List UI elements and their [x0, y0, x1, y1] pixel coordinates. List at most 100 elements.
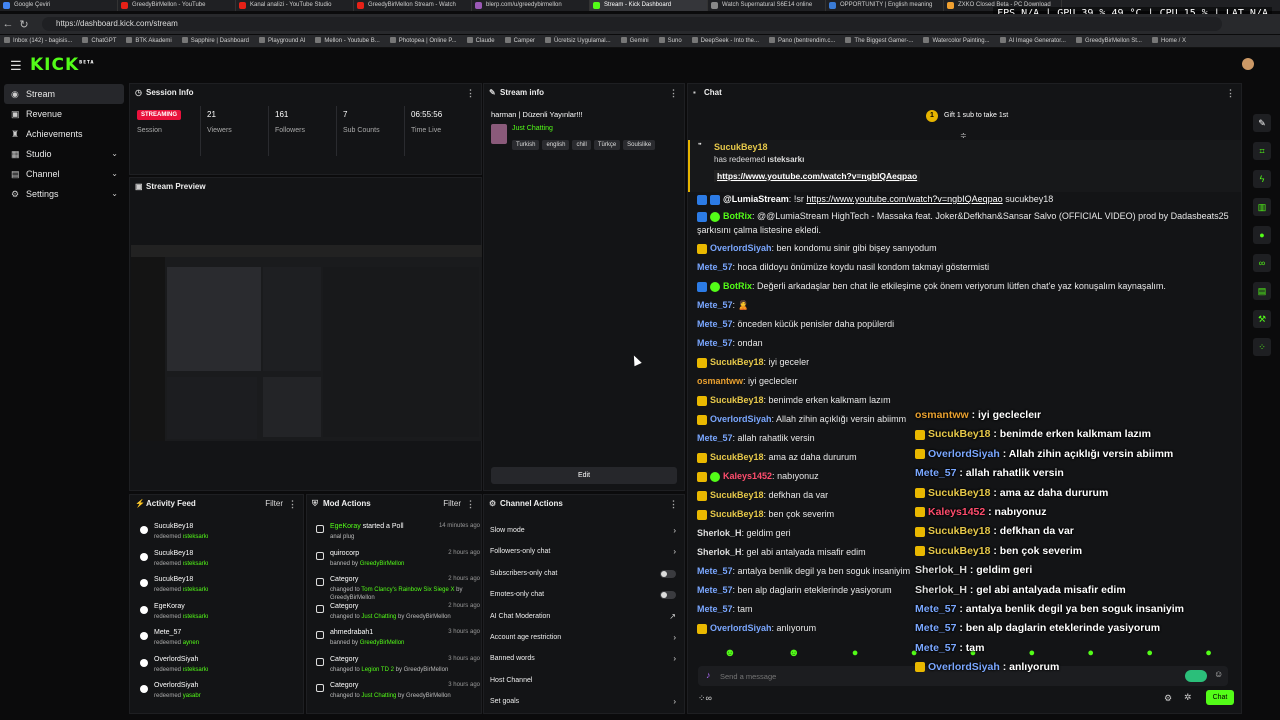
chat-username[interactable]: Sherlok_H — [697, 547, 742, 557]
browser-tab[interactable]: blerp.com/u/greedybirmellon — [472, 0, 590, 11]
gift-banner[interactable]: Gift 1 sub to take 1st — [944, 112, 1008, 119]
channel-action-set-goals[interactable]: Set goals › — [490, 692, 680, 712]
mod-action-item[interactable]: Category changed to Just Chatting by Gree… — [314, 601, 481, 627]
channel-action-account-age-restriction[interactable]: Account age restriction › — [490, 628, 680, 648]
stream-preview-video[interactable] — [131, 245, 482, 441]
chat-username[interactable]: BotRix — [723, 281, 752, 291]
chat-link[interactable]: https://www.youtube.com/watch?v=ngbIQAeq… — [806, 194, 1002, 204]
more-options-icon[interactable]: ⋮ — [288, 495, 297, 513]
menu-icon[interactable]: ☰ — [10, 58, 22, 74]
stream-category[interactable]: Just Chatting — [512, 125, 553, 132]
pencil-icon[interactable]: ✎ — [1253, 114, 1271, 132]
channel-action-banned-words[interactable]: Banned words › — [490, 649, 680, 669]
chat-username[interactable]: Mete_57 — [697, 319, 733, 329]
chat-username[interactable]: Mete_57 — [697, 604, 733, 614]
chat-username[interactable]: Mete_57 — [697, 585, 733, 595]
emote-icon[interactable]: ● — [852, 647, 859, 661]
toggle-switch[interactable] — [660, 569, 676, 578]
bookmark-item[interactable]: GreedyBirMellon St... — [1076, 35, 1142, 47]
lightning-icon[interactable]: ϟ — [1253, 170, 1271, 188]
collapse-icon[interactable]: ≑ — [960, 131, 967, 140]
chat-username[interactable]: BotRix — [723, 211, 752, 221]
mod-action-target[interactable]: Tom Clancy's Rainbow Six Siege X — [361, 587, 454, 593]
channel-action-emotes-only-chat[interactable]: Emotes-only chat — [490, 585, 680, 605]
more-options-icon[interactable]: ⋮ — [669, 84, 678, 102]
mod-action-item[interactable]: Category changed to Legion TD 2 by Greedy… — [314, 654, 481, 680]
chat-username[interactable]: SucukBey18 — [710, 395, 764, 405]
avatar[interactable] — [1242, 58, 1254, 70]
bookmark-item[interactable]: Camper — [505, 35, 535, 47]
clipboard-icon[interactable]: ▥ — [1253, 198, 1271, 216]
chat-username[interactable]: Kaleys1452 — [723, 471, 772, 481]
bookmark-item[interactable]: Claude — [467, 35, 495, 47]
channel-action-host-channel[interactable]: Host Channel — [490, 671, 680, 691]
chat-username[interactable]: Mete_57 — [697, 433, 733, 443]
chat-username[interactable]: OverlordSiyah — [710, 623, 772, 633]
mod-action-target[interactable]: Just Chatting — [361, 614, 396, 620]
filter-button[interactable]: Filter — [265, 495, 283, 513]
browser-tab[interactable]: Kanal analizi - YouTube Studio — [236, 0, 354, 11]
mod-action-target[interactable]: Just Chatting — [361, 693, 396, 699]
sidebar-item-achievements[interactable]: ♜ Achievements — [4, 124, 124, 144]
chat-username[interactable]: OverlordSiyah — [710, 243, 772, 253]
more-options-icon[interactable]: ⋮ — [1226, 84, 1235, 102]
chat-username[interactable]: Mete_57 — [697, 566, 733, 576]
chat-username[interactable]: SucukBey18 — [710, 452, 764, 462]
chat-username[interactable]: Mete_57 — [697, 300, 733, 310]
channel-action-followers-only-chat[interactable]: Followers-only chat › — [490, 542, 680, 562]
edit-button[interactable]: Edit — [491, 467, 677, 484]
stream-tag[interactable]: Türkçe — [593, 140, 621, 150]
bookmark-item[interactable]: Playground AI — [259, 35, 305, 47]
bookmark-item[interactable]: DeepSeek - Into the... — [692, 35, 759, 47]
chat-username[interactable]: SucukBey18 — [710, 357, 764, 367]
browser-tab[interactable]: Google Çeviri — [0, 0, 118, 11]
bookmark-item[interactable]: Sapphire | Dashboard — [182, 35, 249, 47]
bookmark-item[interactable]: Ücretsiz Uygulamal... — [545, 35, 611, 47]
bookmark-item[interactable]: The Biggest Gamer-... — [845, 35, 913, 47]
sidebar-item-studio[interactable]: ▦ Studio ⌄ — [4, 144, 124, 164]
emote-icon[interactable]: ☻ — [724, 647, 736, 661]
refresh-icon[interactable]: ↻ — [16, 18, 32, 31]
mod-action-user[interactable]: EgeKoray — [330, 523, 361, 530]
bookmark-item[interactable]: Watercolor Painting... — [923, 35, 989, 47]
stream-tag[interactable]: chill — [572, 140, 591, 150]
filter-button[interactable]: Filter — [443, 495, 461, 513]
bookmark-item[interactable]: Inbox (142) - bagisis... — [4, 35, 72, 47]
settings-wheel-icon[interactable]: ✲ — [1184, 692, 1192, 703]
toggle-switch[interactable] — [660, 591, 676, 600]
browser-tab[interactable]: GreedyBirMellon - YouTube — [118, 0, 236, 11]
chat-username[interactable]: OverlordSiyah — [710, 414, 772, 424]
bookmark-item[interactable]: BTK Akademi — [126, 35, 171, 47]
bookmark-item[interactable]: Mellon - Youtube B... — [315, 35, 379, 47]
chat-username[interactable]: SucukBey18 — [710, 509, 764, 519]
chat-username[interactable]: Sherlok_H — [697, 528, 742, 538]
mod-action-item[interactable]: quirocorp banned by GreedyBirMellon 2 hour… — [314, 548, 481, 574]
chat-username[interactable]: Mete_57 — [697, 338, 733, 348]
sidebar-item-stream[interactable]: ◉ Stream — [4, 84, 124, 104]
mod-action-item[interactable]: Category changed to Just Chatting by Gree… — [314, 680, 481, 706]
send-chat-button[interactable]: Chat — [1206, 690, 1234, 705]
back-arrow-icon[interactable]: ← — [0, 18, 16, 30]
channel-action-slow-mode[interactable]: Slow mode › — [490, 521, 680, 541]
link-icon[interactable]: ∞ — [1253, 254, 1271, 272]
bookmark-item[interactable]: Home / X — [1152, 35, 1186, 47]
mod-action-item[interactable]: EgeKoray started a Poll anal plug 14 minut… — [314, 521, 481, 547]
mod-action-target[interactable]: GreedyBirMellon — [360, 640, 405, 646]
mod-action-item[interactable]: ahmedrabah1 banned by GreedyBirMellon 3 ho… — [314, 627, 481, 653]
stream-tag[interactable]: english — [542, 140, 570, 150]
channel-action-ai-chat-moderation[interactable]: AI Chat Moderation ↗ — [490, 607, 680, 627]
chat-username[interactable]: SucukBey18 — [710, 490, 764, 500]
sidebar-item-revenue[interactable]: ▣ Revenue — [4, 104, 124, 124]
address-bar[interactable]: https://dashboard.kick.com/stream — [42, 17, 1222, 31]
emote-icon[interactable]: ☻ — [788, 647, 800, 661]
microphone-icon[interactable]: ♪ — [706, 670, 711, 680]
redeem-user[interactable]: SucukBey18 — [714, 142, 768, 152]
gear-icon[interactable]: ⚙ — [1164, 693, 1172, 704]
redeem-link[interactable]: https://www.youtube.com/watch?v=ngbIQAeq… — [714, 170, 921, 182]
chat-username[interactable]: @LumiaStream — [723, 194, 789, 204]
kick-logo[interactable]: KICKBETA — [30, 55, 94, 75]
bookmark-item[interactable]: Pano (bentrendim.c... — [769, 35, 835, 47]
browser-tab[interactable]: Watch Supernatural S6E14 online — [708, 0, 826, 11]
chat-username[interactable]: osmantww — [697, 376, 743, 386]
stream-tag[interactable]: Soulslike — [623, 140, 656, 150]
